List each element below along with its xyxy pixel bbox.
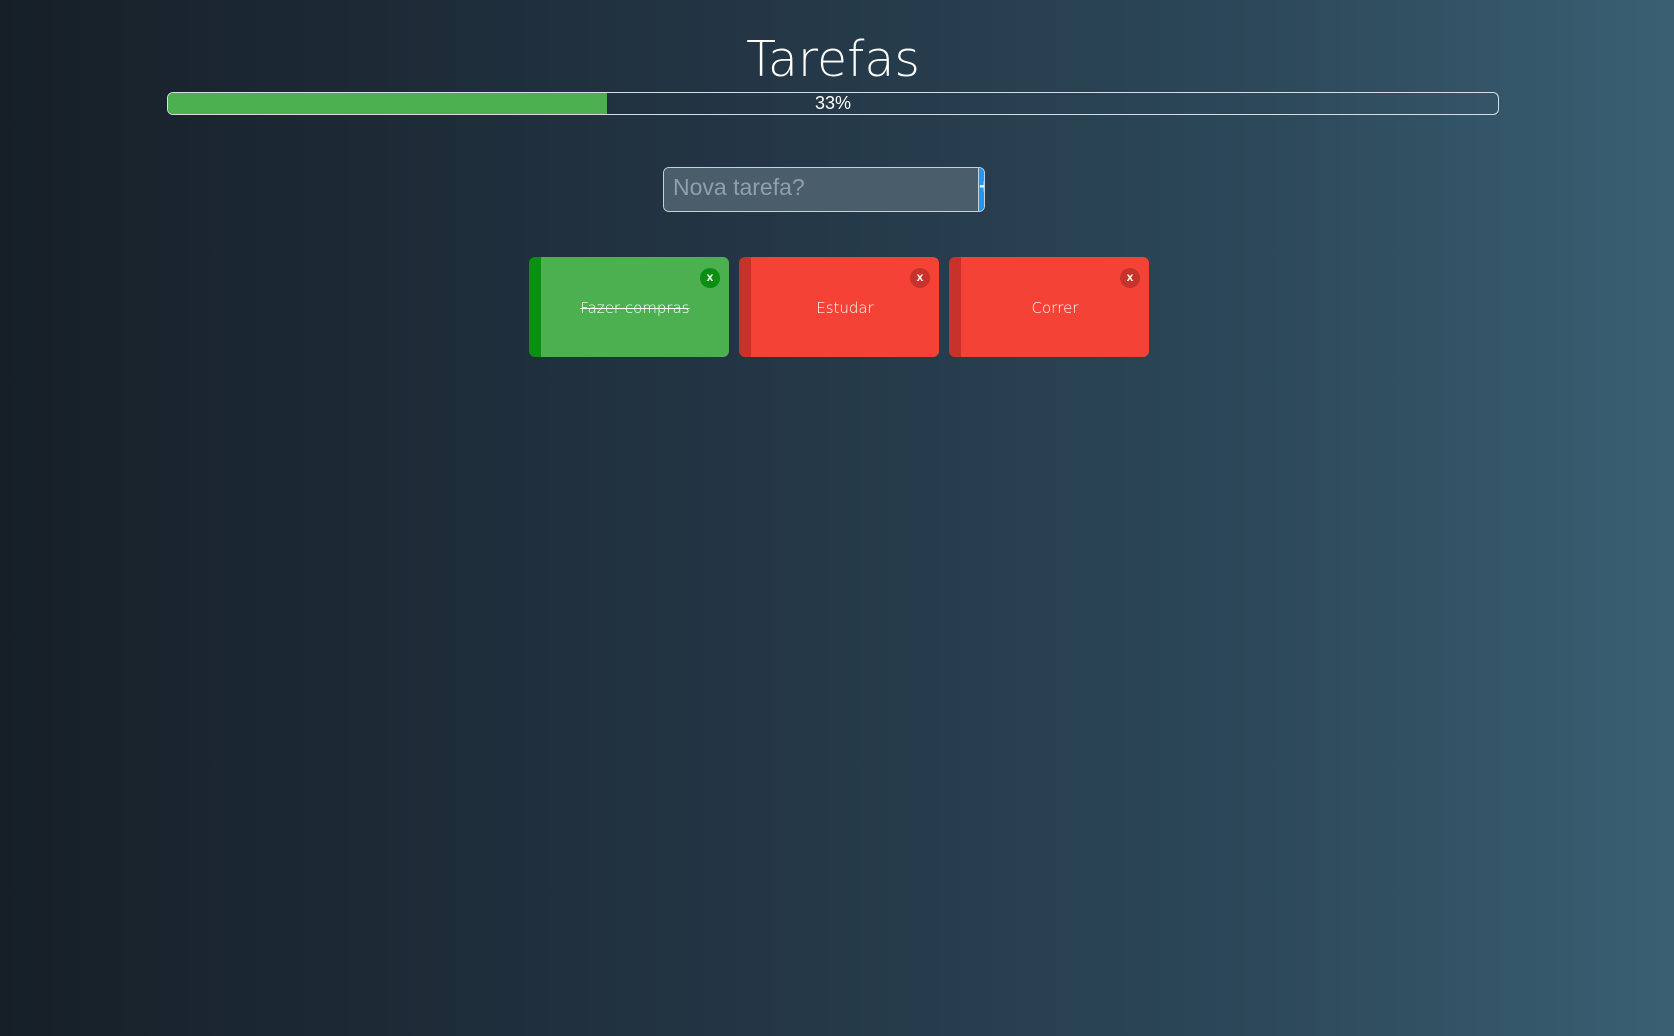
task-label: Correr <box>1031 299 1079 317</box>
add-task-button[interactable]: + <box>978 168 984 211</box>
delete-task-icon[interactable]: x <box>700 268 720 288</box>
task-card-correr[interactable]: Correr x <box>949 257 1149 357</box>
task-card-estudar[interactable]: Estudar x <box>739 257 939 357</box>
new-task-form: + <box>663 167 985 212</box>
task-list: Fazer compras x Estudar x Correr x <box>529 257 1149 357</box>
delete-task-icon[interactable]: x <box>910 268 930 288</box>
task-label: Estudar <box>816 299 874 317</box>
delete-task-icon[interactable]: x <box>1120 268 1140 288</box>
progress-label: 33% <box>814 93 852 113</box>
progress-bar: 33% <box>167 92 1499 115</box>
task-label: Fazer compras <box>580 299 690 317</box>
new-task-input[interactable] <box>664 168 978 211</box>
task-card-fazer-compras[interactable]: Fazer compras x <box>529 257 729 357</box>
page-title: Tarefas <box>746 31 920 88</box>
